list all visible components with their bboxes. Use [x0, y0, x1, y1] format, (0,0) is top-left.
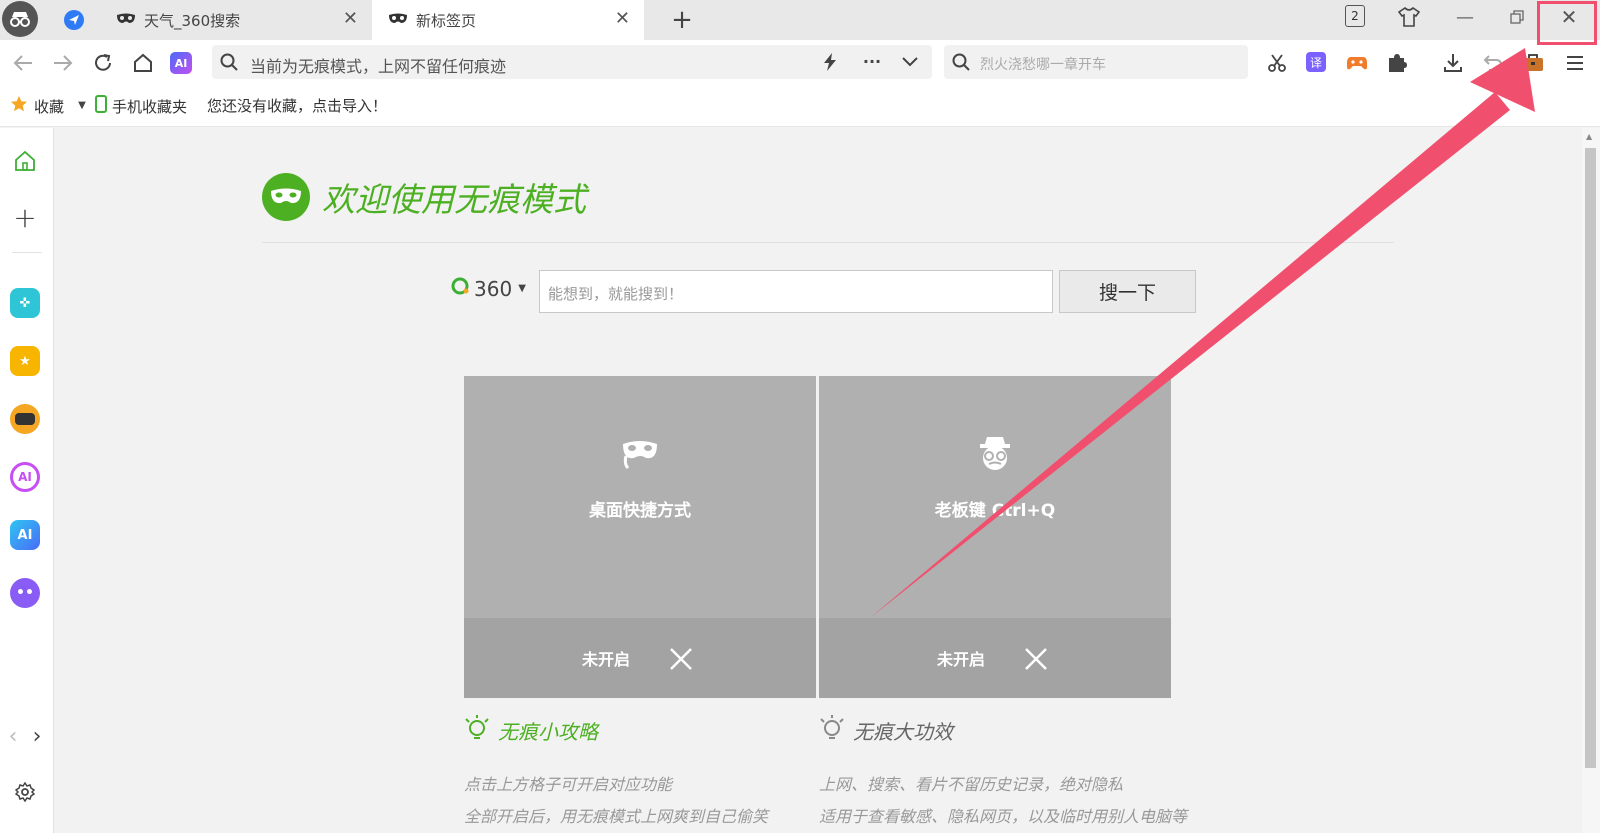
tab-count: 2 — [1351, 9, 1359, 23]
card-close-icon[interactable] — [1023, 646, 1049, 672]
sidebar-app-ai-circle-icon[interactable]: AI — [10, 462, 40, 492]
address-text: 当前为无痕模式，上网不留任何痕迹 — [250, 57, 507, 76]
search-placeholder: 烈火浇愁哪一章开车 — [980, 57, 1106, 73]
new-tab-button[interactable]: + — [668, 5, 696, 35]
scroll-up-icon[interactable]: ▲ — [1586, 132, 1592, 141]
navigation-toolbar: AI 当前为无痕模式，上网不留任何痕迹 ··· 烈火浇愁哪一章开车 译 — [0, 40, 1600, 84]
star-icon — [10, 95, 28, 117]
chevron-down-icon[interactable] — [900, 52, 920, 72]
tips-title: 无痕大功效 — [853, 720, 953, 744]
sidebar-prev-icon[interactable]: ‹ — [4, 724, 22, 749]
translate-icon[interactable]: 译 — [1306, 52, 1326, 72]
mobile-favorites-label: 手机收藏夹 — [112, 97, 188, 116]
tab-title: 天气_360搜索 — [144, 11, 241, 30]
search-button[interactable]: 搜一下 — [1059, 270, 1196, 313]
engine-logo-icon — [450, 276, 470, 301]
sidebar-app-ai-icon[interactable]: AI — [10, 520, 40, 550]
tab-title: 新标签页 — [416, 11, 477, 30]
mask-icon — [388, 11, 408, 29]
page-search-input[interactable]: 能想到，就能搜到！ — [539, 270, 1053, 313]
boss-face-icon — [975, 434, 1015, 474]
new-tab-page: 欢迎使用无痕模式 360 ▼ 能想到，就能搜到！ 搜一下 桌面快捷方式 未开启 … — [54, 128, 1582, 833]
scissors-icon[interactable] — [1264, 50, 1290, 76]
tab-close-icon[interactable]: ✕ — [343, 10, 358, 28]
tips-title: 无痕小攻略 — [498, 720, 598, 744]
header-divider — [262, 242, 1394, 243]
sidebar-next-icon[interactable]: › — [28, 724, 46, 749]
pinned-tab-icon[interactable] — [60, 6, 88, 34]
briefcase-icon[interactable] — [1520, 50, 1546, 76]
search-engine-selector[interactable]: 360 ▼ — [450, 276, 526, 301]
tab-count-button[interactable]: 2 — [1345, 5, 1365, 27]
download-icon[interactable] — [1440, 50, 1466, 76]
settings-gear-icon[interactable] — [13, 780, 37, 804]
import-hint-link[interactable]: 您还没有收藏，点击导入！ — [207, 95, 387, 116]
menu-icon[interactable] — [1562, 50, 1588, 76]
sidebar-add-icon[interactable]: + — [12, 201, 38, 234]
skin-shirt-icon[interactable] — [1396, 4, 1422, 30]
ai-assistant-icon[interactable]: AI — [170, 52, 192, 74]
tab-bar: 天气_360搜索 ✕ 新标签页 ✕ + 2 — ✕ — [0, 0, 1600, 40]
sidebar-app-ghost-icon[interactable]: •• — [10, 578, 40, 608]
back-arrow-icon[interactable] — [10, 50, 36, 76]
forward-arrow-icon[interactable] — [50, 50, 76, 76]
lightbulb-icon — [464, 714, 490, 747]
sidebar-divider — [12, 252, 42, 253]
search-icon — [952, 53, 970, 71]
sidebar-app-star-icon[interactable]: ★ — [10, 346, 40, 376]
favorites-dropdown-icon[interactable]: ▼ — [76, 98, 88, 112]
refresh-icon[interactable] — [90, 50, 116, 76]
card-footer: 未开启 — [819, 618, 1171, 698]
search-box[interactable]: 烈火浇愁哪一章开车 — [944, 45, 1248, 79]
extension-puzzle-icon[interactable] — [1384, 50, 1410, 76]
tips-benefits: 无痕大功效 上网、搜索、看片不留历史记录，绝对隐私 适用于查看敏感、隐私网页，以… — [819, 714, 1239, 833]
sidebar-app-cross-icon[interactable]: ✜ — [10, 288, 40, 318]
mobile-favorites-button[interactable]: 手机收藏夹 — [95, 95, 187, 117]
phone-icon — [95, 95, 107, 117]
desktop-shortcut-card[interactable]: 桌面快捷方式 未开启 — [464, 376, 816, 698]
bookmarks-bar: 收藏 ▼ 手机收藏夹 您还没有收藏，点击导入！ — [0, 84, 1600, 127]
minimize-button[interactable]: — — [1450, 4, 1480, 30]
card-close-icon[interactable] — [668, 646, 694, 672]
card-title: 桌面快捷方式 — [589, 501, 691, 521]
lightbulb-icon — [819, 714, 845, 747]
mask-icon — [620, 434, 660, 474]
card-footer: 未开启 — [464, 618, 816, 698]
scrollbar-thumb[interactable] — [1585, 148, 1596, 768]
incognito-avatar-icon[interactable] — [2, 1, 38, 37]
home-icon[interactable] — [130, 50, 156, 76]
favorites-label: 收藏 — [34, 97, 65, 116]
page-search-placeholder: 能想到，就能搜到！ — [548, 285, 684, 303]
sidebar: + ✜ ★ AI AI •• ‹ › — [0, 128, 54, 833]
lightning-icon[interactable] — [820, 52, 840, 72]
engine-dropdown-icon: ▼ — [518, 283, 526, 294]
search-icon — [220, 53, 238, 71]
welcome-title: 欢迎使用无痕模式 — [322, 180, 586, 219]
tips-line: 适用于查看敏感、隐私网页，以及临时用别人电脑等 — [819, 807, 1188, 826]
close-button-highlight — [1537, 1, 1597, 45]
welcome-header: 欢迎使用无痕模式 — [262, 173, 586, 221]
card-status: 未开启 — [582, 650, 631, 669]
vertical-scrollbar[interactable]: ▲ — [1582, 128, 1600, 833]
tab-new[interactable]: 新标签页 ✕ — [372, 0, 644, 40]
game-controller-icon[interactable] — [1344, 50, 1370, 76]
restore-button[interactable] — [1502, 4, 1532, 30]
tips-line: 上网、搜索、看片不留历史记录，绝对隐私 — [819, 775, 1124, 794]
sidebar-app-robot-icon[interactable] — [10, 404, 40, 434]
sidebar-home-icon[interactable] — [12, 148, 38, 174]
more-dots-icon[interactable]: ··· — [860, 51, 884, 71]
engine-label: 360 — [474, 276, 513, 301]
tab-close-icon[interactable]: ✕ — [615, 10, 630, 28]
card-status: 未开启 — [937, 650, 986, 669]
address-bar[interactable]: 当前为无痕模式，上网不留任何痕迹 ··· — [212, 45, 932, 79]
favorites-button[interactable]: 收藏 — [10, 95, 64, 117]
incognito-mask-logo-icon — [262, 173, 310, 221]
mask-icon — [116, 11, 136, 29]
card-title: 老板键 Ctrl+Q — [934, 501, 1056, 521]
boss-key-card[interactable]: 老板键 Ctrl+Q 未开启 — [819, 376, 1171, 698]
undo-icon[interactable] — [1480, 50, 1506, 76]
tab-weather[interactable]: 天气_360搜索 ✕ — [100, 0, 372, 40]
